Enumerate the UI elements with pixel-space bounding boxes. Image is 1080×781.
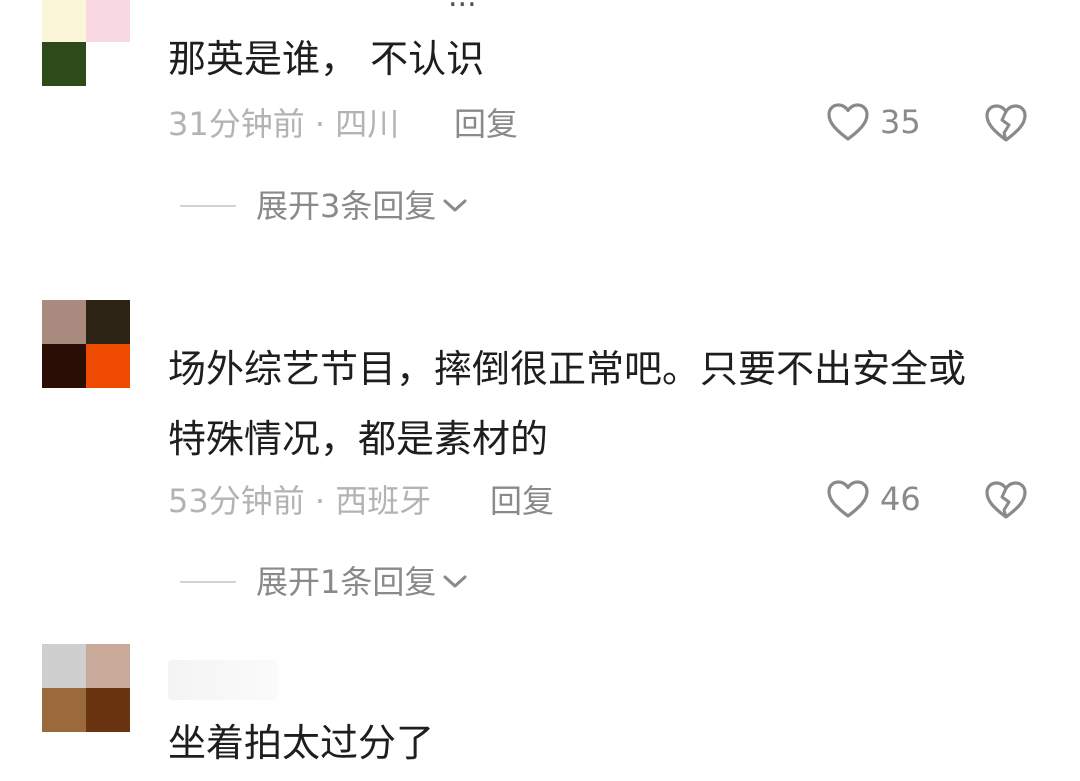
comment-text: 场外综艺节目，摔倒很正常吧。只要不出安全或 特殊情况，都是素材的 bbox=[168, 334, 1048, 474]
reply-button[interactable]: 回复 bbox=[490, 481, 554, 521]
heart-outline-icon bbox=[827, 480, 869, 518]
like-count: 35 bbox=[880, 103, 921, 141]
top-partial-text: ... bbox=[448, 0, 477, 12]
expand-replies-button[interactable]: 展开3条回复 bbox=[180, 186, 468, 226]
dislike-button[interactable] bbox=[984, 480, 1028, 524]
comment-text: 那英是谁， 不认识 bbox=[168, 37, 485, 81]
comment-text: 坐着拍太过分了 bbox=[168, 721, 435, 765]
like-button[interactable]: 46 bbox=[826, 479, 921, 519]
reply-button[interactable]: 回复 bbox=[454, 104, 518, 144]
avatar[interactable] bbox=[42, 300, 130, 388]
like-count: 46 bbox=[880, 480, 921, 518]
divider-line bbox=[180, 205, 236, 207]
dislike-button[interactable] bbox=[984, 103, 1028, 147]
comment-thread: ... 那英是谁， 不认识 31分钟前 · 四川 回复 35 展开3条回复 bbox=[0, 0, 1080, 781]
comment-time-location: 31分钟前 · 四川 bbox=[168, 105, 400, 143]
avatar[interactable] bbox=[42, 0, 130, 86]
comment-text-line-2: 特殊情况，都是素材的 bbox=[168, 417, 549, 461]
avatar[interactable] bbox=[42, 644, 130, 732]
broken-heart-icon bbox=[985, 104, 1027, 142]
expand-replies-label: 展开3条回复 bbox=[256, 187, 437, 225]
chevron-down-icon bbox=[443, 575, 467, 588]
expand-replies-button[interactable]: 展开1条回复 bbox=[180, 562, 468, 602]
like-button[interactable]: 35 bbox=[826, 102, 921, 142]
expand-replies-label: 展开1条回复 bbox=[256, 563, 437, 601]
divider-line bbox=[180, 581, 236, 583]
heart-outline-icon bbox=[827, 103, 869, 141]
username-blurred bbox=[168, 660, 278, 700]
chevron-down-icon bbox=[443, 199, 467, 212]
broken-heart-icon bbox=[985, 481, 1027, 519]
comment-time-location: 53分钟前 · 西班牙 bbox=[168, 482, 432, 520]
comment-text-line-1: 场外综艺节目，摔倒很正常吧。只要不出安全或 bbox=[168, 347, 967, 391]
